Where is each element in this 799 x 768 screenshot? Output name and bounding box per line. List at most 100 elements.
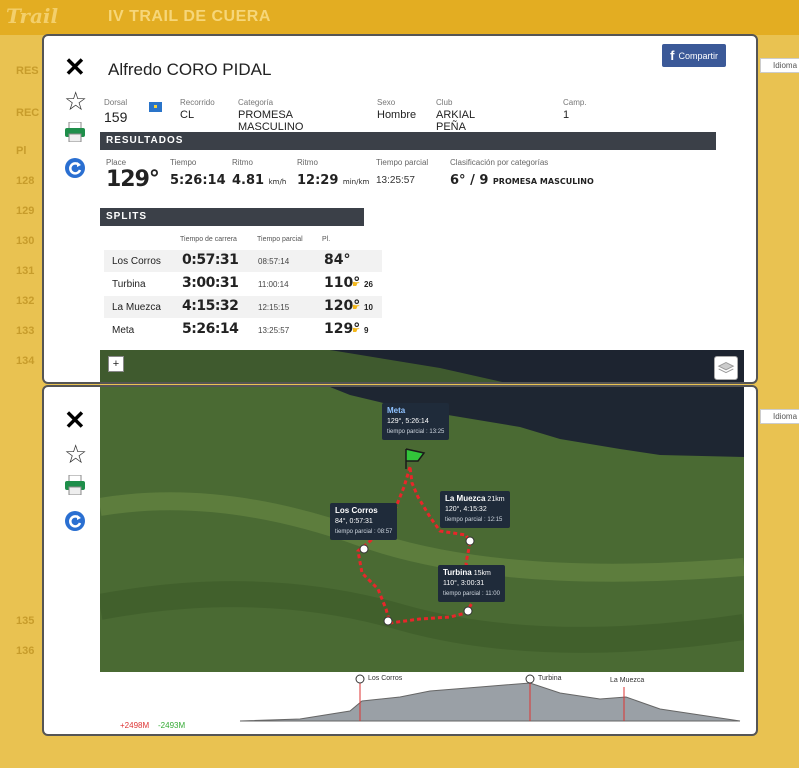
result-time: Tiempo 5:26:14 [170, 158, 226, 188]
elevation-label: Turbina [538, 675, 562, 682]
split-row: Meta 5:26:14 13:25:57 129° ☛ 9 [104, 319, 382, 341]
split-row: Turbina 3:00:31 11:00:14 110° ☛ 26 [104, 273, 382, 295]
result-category: Clasificación por categorías 6° / 9 PROM… [450, 158, 594, 188]
info-recorrido: Recorrido CL [180, 98, 215, 121]
callout-title: Meta [387, 406, 406, 415]
info-label: Recorrido [180, 98, 215, 107]
info-label: Dorsal [104, 98, 128, 107]
split-row: Los Corros 0:57:31 08:57:14 84° [104, 250, 382, 272]
close-icon[interactable]: ✕ [64, 54, 94, 80]
callout-title: Los Corros [335, 506, 378, 515]
thumb-icon: ☛ [352, 325, 361, 335]
bg-label: 131 [16, 265, 35, 277]
callout-km: 15km [473, 570, 491, 577]
elevation-chart [239, 674, 741, 722]
splits-header: SPLITS [100, 208, 364, 226]
splits-col-header: Pl. [322, 236, 331, 243]
callout-line: 84°, 0:57:31 [335, 518, 373, 525]
results-header: RESULTADOS [100, 132, 716, 150]
elevation-loss: -2493M [158, 721, 186, 730]
thumb-icon: ☛ [352, 302, 361, 312]
callout-title: La Muezca [445, 494, 486, 503]
unit: min/km [342, 178, 370, 186]
language-button[interactable]: Idioma [760, 58, 799, 73]
map-callout-los-corros[interactable]: Los Corros 84°, 0:57:31 tiempo parcial :… [330, 503, 398, 540]
result-label: Ritmo [297, 158, 318, 167]
refresh-icon[interactable] [64, 510, 86, 532]
print-icon[interactable] [64, 121, 86, 143]
split-row: La Muezca 4:15:32 12:15:15 120° ☛ 10 [104, 296, 382, 318]
route-map-preview[interactable]: + [100, 350, 744, 382]
split-partial: 08:57:14 [258, 257, 290, 266]
bg-label: RES [16, 65, 39, 77]
info-camp: Camp. 1 [563, 98, 587, 121]
result-value: 5:26:14 [170, 173, 226, 188]
map-callout-turbina[interactable]: Turbina 15km 110°, 3:00:31 tiempo parcia… [438, 565, 505, 602]
elevation-profile: Los Corros Turbina La Muezca +2498M -249… [100, 673, 744, 734]
bg-label: 136 [16, 645, 35, 657]
modal-actions: ✕ ☆ [64, 407, 94, 537]
result-value: 6° / 9 [450, 173, 489, 188]
callout-title: Turbina [443, 568, 472, 577]
result-label: Tiempo parcial [376, 158, 429, 167]
print-icon[interactable] [64, 474, 86, 496]
split-name: Meta [112, 325, 135, 336]
callout-sub: tiempo parcial : 08:57 [335, 529, 393, 535]
info-value: CL [180, 109, 195, 121]
star-icon[interactable]: ☆ [64, 88, 94, 114]
modal-actions: ✕ ☆ [64, 54, 94, 184]
callout-sub: tiempo parcial : 12:15 [445, 517, 503, 523]
zoom-control: + [108, 356, 124, 372]
elevation-label: La Muezca [610, 677, 645, 684]
map-callout-meta[interactable]: Meta 129°, 5:26:14 tiempo parcial : 13:2… [382, 403, 450, 440]
event-title: IV TRAIL DE CUERA [108, 8, 271, 25]
thumb-icon: ☛ [352, 279, 361, 289]
split-rank: 9 [364, 326, 369, 335]
result-value: 4.81 [232, 173, 265, 188]
layers-button[interactable] [714, 356, 738, 380]
split-time: 5:26:14 [182, 321, 239, 337]
bg-label: 130 [16, 235, 35, 247]
split-partial: 12:15:15 [258, 303, 290, 312]
callout-sub: tiempo parcial : 13:25 [387, 429, 445, 435]
result-place: Place 129° [106, 158, 160, 192]
callout-km: 21km [487, 496, 505, 503]
split-time: 0:57:31 [182, 252, 239, 268]
runner-name: Alfredo CORO PIDAL [108, 60, 272, 79]
close-icon[interactable]: ✕ [64, 407, 94, 433]
share-label: Compartir [678, 50, 718, 61]
result-value: 129° [106, 167, 160, 192]
zoom-in-button[interactable]: + [109, 357, 123, 371]
result-label: Place [106, 158, 127, 167]
star-icon[interactable]: ☆ [64, 441, 94, 467]
category-name: PROMESA MASCULINO [492, 177, 594, 186]
runner-detail-modal-scrolled: ✕ ☆ Meta 129°, 5:26:14 tiempo parcial: … [42, 385, 758, 736]
runner-detail-modal: ✕ ☆ f Compartir Alfredo CORO PIDAL Dorsa… [42, 34, 758, 384]
share-facebook-button[interactable]: f Compartir [662, 44, 726, 67]
split-rank: 10 [364, 303, 373, 312]
bg-label: 135 [16, 615, 35, 627]
result-partial: Tiempo parcial 13:25:57 [376, 158, 428, 186]
callout-line: 110°, 3:00:31 [443, 580, 485, 587]
elevation-gain: +2498M [120, 721, 150, 730]
map-callout-la-muezca[interactable]: La Muezca 21km 120°, 4:15:32 tiempo parc… [440, 491, 510, 528]
result-pace: Ritmo 12:29 min/km [297, 158, 369, 188]
splits-col-header: Tiempo parcial [257, 236, 303, 243]
callout-line: 120°, 4:15:32 [445, 506, 487, 513]
bg-label: 134 [16, 355, 35, 367]
flag-icon [149, 102, 162, 112]
bg-label: Pl [16, 145, 27, 157]
route-map[interactable]: Meta 129°, 5:26:14 tiempo parcial : 13:2… [100, 387, 744, 672]
callout-line: 129°, 5:26:14 [387, 418, 429, 425]
info-value: 159 [104, 109, 128, 125]
info-value: PROMESA MASCULINO [238, 109, 304, 133]
language-button[interactable]: Idioma [760, 409, 799, 424]
info-sexo: Sexo Hombre [377, 98, 416, 121]
bg-label: 128 [16, 175, 35, 187]
info-dorsal: Dorsal 159 [104, 98, 162, 125]
unit: km/h [268, 178, 287, 186]
refresh-icon[interactable] [64, 157, 86, 179]
bg-label: 129 [16, 205, 35, 217]
bg-label: REC [16, 107, 40, 119]
bg-label: 133 [16, 325, 35, 337]
